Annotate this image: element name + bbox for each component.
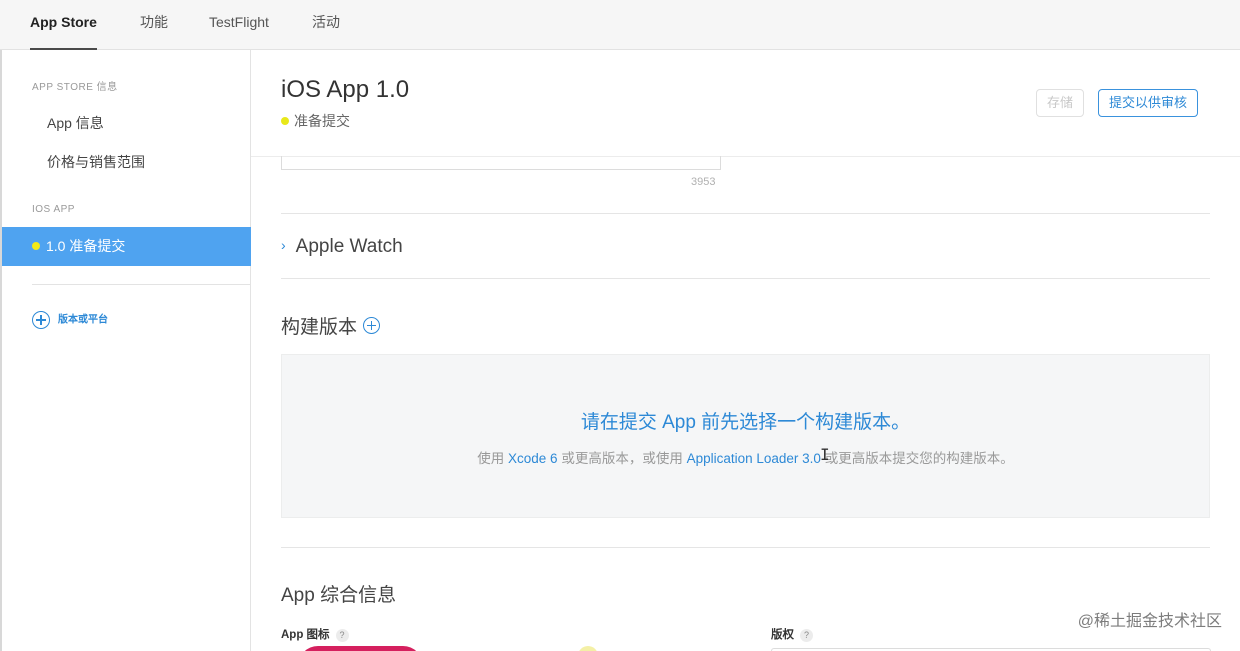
build-title-label: 构建版本	[281, 317, 358, 338]
sidebar-section-app-store-info: APP STORE 信息	[32, 82, 118, 93]
build-instructions: 使用 Xcode 6 或更高版本，或使用 Application Loader …	[282, 447, 1209, 467]
build-placeholder-box: 请在提交 App 前先选择一个构建版本。 使用 Xcode 6 或更高版本，或使…	[281, 354, 1210, 518]
tab-testflight[interactable]: TestFlight	[209, 0, 269, 50]
description-textarea[interactable]	[281, 156, 721, 170]
sidebar-section-ios-app: IOS APP	[32, 204, 75, 215]
sidebar-item-pricing[interactable]: 价格与销售范围	[47, 152, 145, 172]
app-icon-label-text: App 图标	[281, 629, 330, 641]
watermark: @稀土掘金技术社区	[1077, 613, 1222, 630]
general-info-title: App 综合信息	[281, 585, 397, 606]
top-tab-bar: App Store 功能 TestFlight 活动	[0, 0, 1240, 50]
sidebar-divider	[32, 284, 251, 285]
sidebar-item-version-1-0[interactable]: 1.0 准备提交	[2, 227, 251, 266]
chevron-right-icon: ›	[281, 237, 286, 253]
copyright-label-text: 版权	[771, 629, 794, 641]
status-dot-icon	[32, 242, 40, 250]
sidebar-item-app-info[interactable]: App 信息	[47, 113, 104, 133]
app-icon-label: App 图标?	[281, 626, 349, 642]
sidebar: APP STORE 信息 App 信息 价格与销售范围 IOS APP 1.0 …	[0, 50, 251, 651]
submit-for-review-button[interactable]: 提交以供审核	[1098, 89, 1199, 117]
build-sub-text: 或更高版本，或使用	[557, 451, 687, 466]
xcode-link[interactable]: Xcode 6	[508, 451, 558, 466]
application-loader-link[interactable]: Application Loader 3.0	[687, 451, 821, 466]
tab-app-store[interactable]: App Store	[30, 0, 97, 50]
decorative-blob	[578, 646, 598, 651]
add-build-icon[interactable]	[363, 317, 381, 334]
app-icon-preview[interactable]	[298, 646, 423, 651]
build-section-title: 构建版本	[281, 312, 381, 339]
text-cursor-icon: I	[820, 445, 830, 464]
build-sub-text: 或更高版本提交您的构建版本。	[820, 451, 1014, 466]
section-divider	[281, 278, 1210, 279]
add-version-or-platform-button[interactable]: 版本或平台	[32, 311, 108, 330]
status-dot-icon	[281, 117, 289, 125]
save-button[interactable]: 存储	[1036, 89, 1085, 117]
character-count: 3953	[691, 176, 716, 188]
status-text: 准备提交	[294, 113, 350, 129]
apple-watch-label: Apple Watch	[295, 236, 403, 257]
add-circle-icon	[32, 311, 50, 329]
main-content: iOS App 1.0 准备提交 存储 提交以供审核 3953 › Apple W…	[251, 50, 1240, 651]
apple-watch-disclosure[interactable]: › Apple Watch	[281, 236, 403, 258]
section-divider	[281, 213, 1210, 214]
help-icon[interactable]: ?	[335, 629, 349, 642]
add-version-label: 版本或平台	[58, 314, 108, 326]
status-badge: 准备提交	[281, 111, 350, 131]
tab-activity[interactable]: 活动	[312, 0, 340, 50]
help-icon[interactable]: ?	[800, 629, 813, 642]
sidebar-version-label: 1.0 准备提交	[46, 238, 126, 254]
page-title: iOS App 1.0	[281, 76, 410, 103]
tab-features[interactable]: 功能	[140, 0, 168, 50]
copyright-label: 版权?	[771, 626, 813, 642]
build-select-message: 请在提交 App 前先选择一个构建版本。	[580, 412, 911, 433]
build-sub-text: 使用	[477, 451, 509, 466]
section-divider	[281, 547, 1210, 548]
